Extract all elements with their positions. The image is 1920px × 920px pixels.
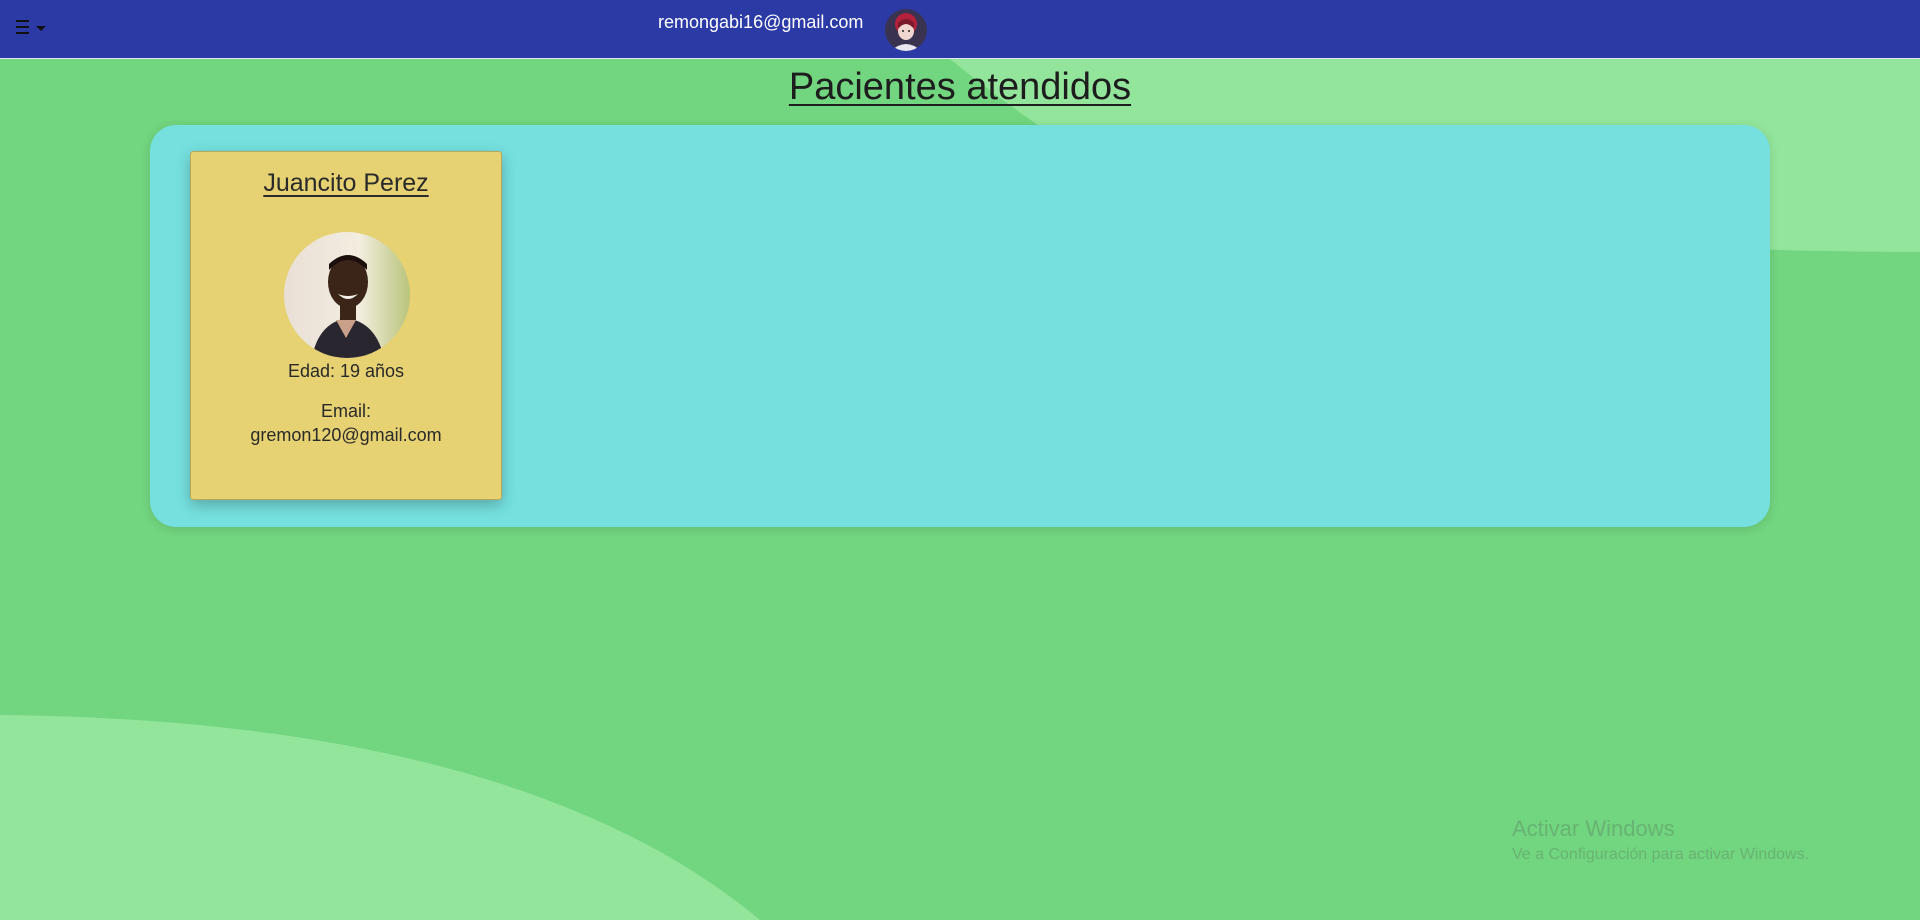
patient-photo	[284, 232, 410, 358]
patient-avatar-icon	[284, 232, 410, 358]
top-navbar: remongabi16@gmail.com	[0, 0, 1920, 59]
patient-age: Edad: 19 años	[287, 361, 405, 381]
patient-card[interactable]: Juancito Perez Edad: 19 años Email: grem…	[190, 151, 502, 500]
menu-lines-dropdown-icon	[16, 20, 46, 34]
menu-dropdown-toggle[interactable]	[14, 18, 50, 40]
user-avatar-icon	[885, 9, 927, 51]
user-avatar[interactable]	[885, 9, 927, 51]
patient-name[interactable]: Juancito Perez	[191, 168, 501, 198]
patient-email: gremon120@gmail.com	[250, 425, 442, 445]
user-email: remongabi16@gmail.com	[658, 12, 864, 32]
patients-panel: Juancito Perez Edad: 19 años Email: grem…	[150, 125, 1770, 527]
page-title: Pacientes atendidos	[788, 66, 1132, 108]
patient-email-label: Email:	[320, 401, 371, 421]
